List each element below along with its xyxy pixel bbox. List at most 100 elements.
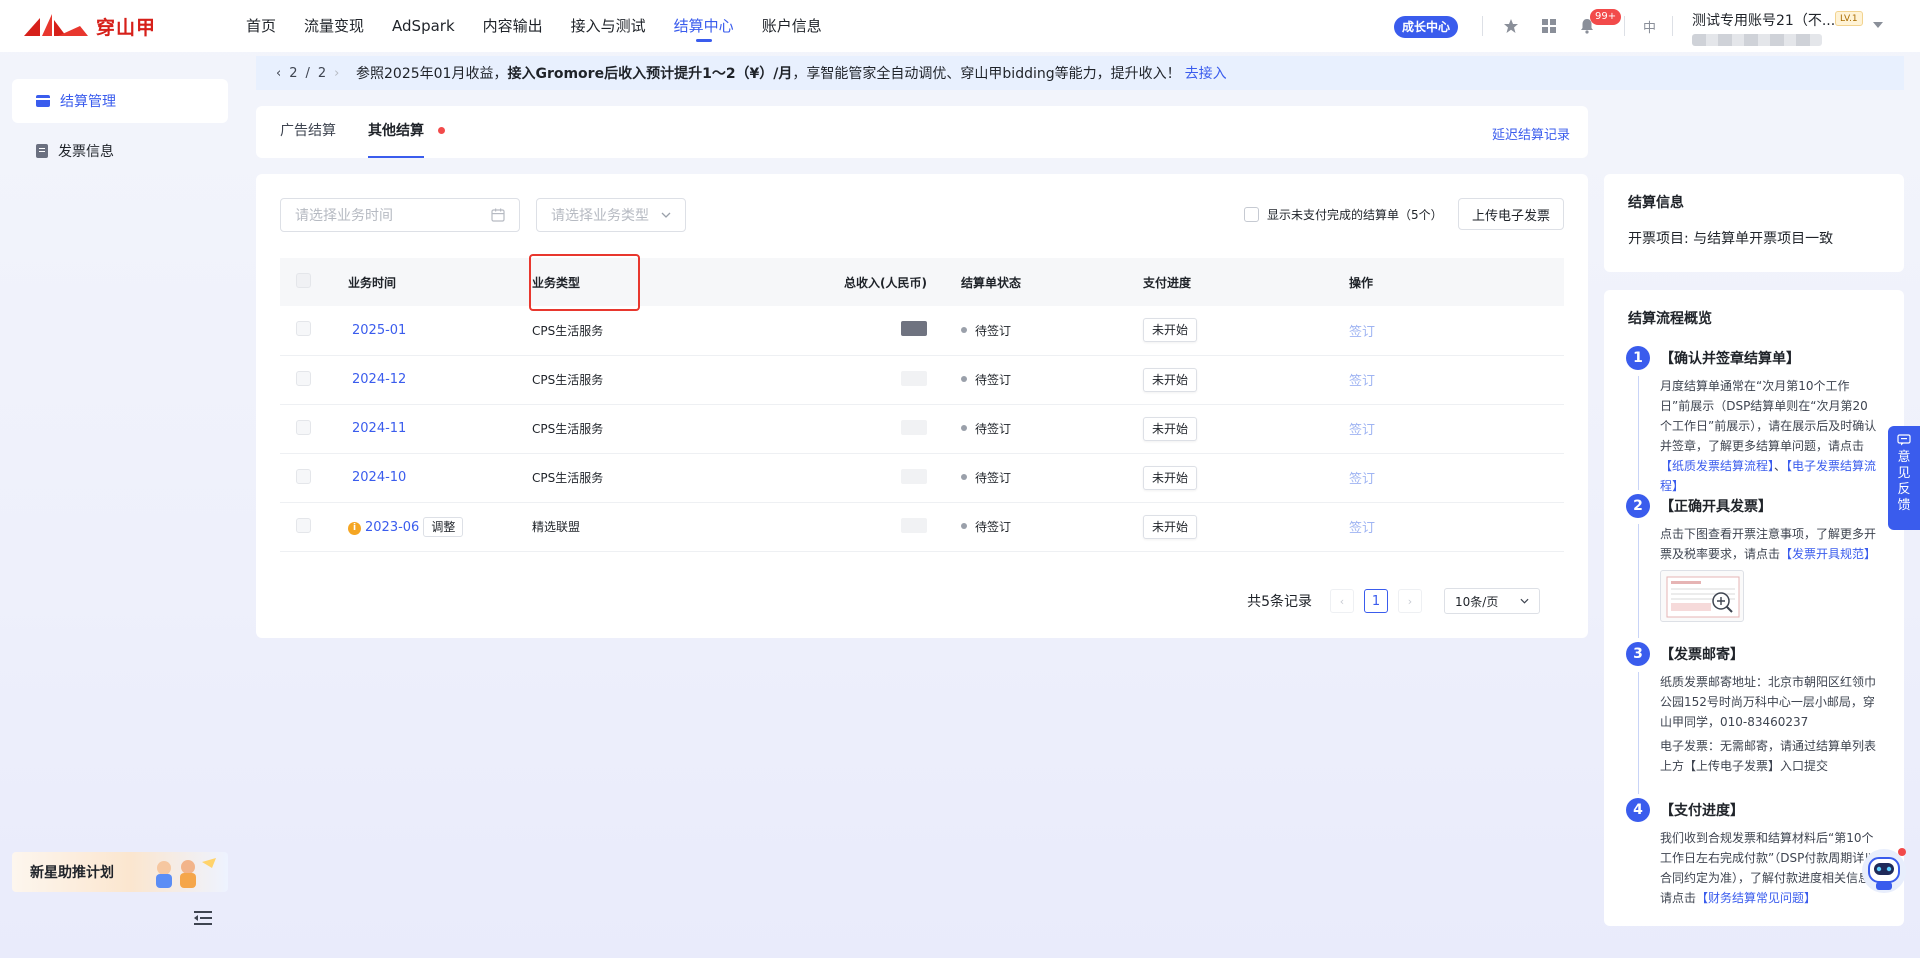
step-text-secondary: 电子发票：无需邮寄，请通过结算单列表上方【上传电子发票】入口提交 — [1660, 739, 1877, 773]
business-month-link[interactable]: 2024-12 — [352, 372, 406, 387]
business-type-cell: CPS生活服务 — [532, 306, 732, 356]
notice-page-current: 2 — [289, 65, 298, 81]
notice-banner: ‹ 2 / 2 › 参照2025年01月收益， 接入Gromore后收入预计提升1… — [256, 56, 1904, 90]
prev-page-button[interactable]: ‹ — [1330, 589, 1354, 613]
chevron-right-icon[interactable]: › — [334, 66, 339, 81]
chevron-down-icon[interactable] — [1873, 22, 1883, 28]
main-nav: 首页 流量变现 AdSpark 内容输出 接入与测试 结算中心 账户信息 — [232, 0, 836, 52]
finance-faq-link[interactable]: 【财务结算常见问题】 — [1696, 891, 1816, 905]
sign-link[interactable]: 签订 — [1349, 423, 1375, 438]
business-month-link[interactable]: 2024-10 — [352, 470, 406, 485]
nav-settlement-center[interactable]: 结算中心 — [660, 0, 748, 52]
step-title: 【发票邮寄】 — [1660, 647, 1744, 663]
level-badge: LV.1 — [1835, 11, 1863, 26]
language-switch[interactable]: 中 — [1643, 17, 1656, 36]
step-connector — [1638, 524, 1639, 638]
next-page-button[interactable]: › — [1398, 589, 1422, 613]
top-header: 穿山甲 首页 流量变现 AdSpark 内容输出 接入与测试 结算中心 账户信息… — [0, 0, 1920, 52]
business-type-select[interactable]: 请选择业务类型 — [536, 198, 686, 232]
row-checkbox[interactable] — [296, 419, 311, 435]
feedback-char: 反 — [1897, 482, 1911, 497]
chevron-left-icon[interactable]: ‹ — [276, 66, 281, 81]
nav-account-info[interactable]: 账户信息 — [748, 0, 836, 52]
page-number-button[interactable]: 1 — [1364, 589, 1388, 613]
show-unpaid-checkbox[interactable] — [1244, 207, 1259, 222]
step-connector — [1638, 376, 1639, 490]
row-checkbox[interactable] — [296, 468, 311, 484]
header-divider — [1482, 16, 1483, 36]
nav-content-output[interactable]: 内容输出 — [469, 0, 557, 52]
settlement-table: 业务时间 业务类型 总收入(人民币) 结算单状态 支付进度 操作 2025-01… — [280, 258, 1564, 552]
sign-link[interactable]: 签订 — [1349, 521, 1375, 536]
star-icon[interactable] — [1500, 15, 1522, 37]
step-body: 点击下图查看开票注意事项，了解更多开票及税率要求，请点击【发票开具规范】 — [1660, 524, 1878, 622]
notice-page-separator: / — [305, 65, 310, 81]
paper-invoice-flow-link[interactable]: 【纸质发票结算流程】 — [1660, 459, 1774, 473]
account-name[interactable]: 测试专用账号21（不... — [1692, 10, 1835, 30]
sidebar-item-invoice-info[interactable]: 发票信息 — [12, 129, 228, 173]
info-icon[interactable]: i — [348, 521, 361, 535]
page-size-select[interactable]: 10条/页 — [1444, 588, 1540, 614]
upload-e-invoice-button[interactable]: 上传电子发票 — [1458, 198, 1564, 230]
row-checkbox[interactable] — [296, 321, 311, 337]
step-number: 1 — [1626, 346, 1650, 370]
sidebar-item-settlement-management[interactable]: 结算管理 — [12, 79, 228, 123]
feedback-char: 意 — [1897, 450, 1911, 465]
nav-integration-testing[interactable]: 接入与测试 — [557, 0, 660, 52]
statement-status: 待签订 — [975, 471, 1012, 485]
growth-center-button[interactable]: 成长中心 — [1394, 16, 1459, 38]
income-redacted — [901, 419, 927, 435]
settlement-tabs: 广告结算 其他结算 延迟结算记录 — [256, 106, 1588, 158]
logo-mark-icon — [24, 14, 88, 36]
grid-apps-icon[interactable] — [1538, 15, 1560, 37]
account-id-redacted — [1692, 34, 1822, 46]
business-type-cell: CPS生活服务 — [532, 404, 732, 454]
promo-banner[interactable]: 新星助推计划 — [12, 852, 228, 892]
show-unpaid-toggle[interactable]: 显示未支付完成的结算单（5个） — [1244, 206, 1443, 223]
feedback-button[interactable]: 意 见 反 馈 — [1888, 426, 1920, 530]
nav-traffic-monetization[interactable]: 流量变现 — [290, 0, 378, 52]
table-row: 2025-01 CPS生活服务 待签订 未开始 签订 — [280, 306, 1564, 356]
business-time-picker[interactable]: 请选择业务时间 — [280, 198, 520, 232]
notice-text-bold: 接入Gromore后收入预计提升1～2（¥）/月 — [507, 66, 793, 82]
payment-progress-tag: 未开始 — [1143, 514, 1198, 539]
notice-pager: ‹ 2 / 2 › — [276, 66, 356, 81]
tab-other-settlement[interactable]: 其他结算 — [368, 106, 424, 158]
payment-progress-tag: 未开始 — [1143, 465, 1198, 490]
notice-text-tail: ，享智能管家全自动调优、穿山甲bidding等能力，提升收入！ — [792, 66, 1181, 82]
settlement-table-card: 请选择业务时间 请选择业务类型 显示未支付完成的结算单（5个） 上传电子发票 业… — [256, 174, 1588, 638]
business-type-placeholder: 请选择业务类型 — [551, 208, 649, 224]
invoice-sample-thumbnail[interactable] — [1660, 570, 1744, 622]
document-icon — [36, 144, 48, 158]
sign-link[interactable]: 签订 — [1349, 325, 1375, 340]
feedback-char: 馈 — [1897, 498, 1911, 513]
collapse-menu-icon[interactable] — [194, 910, 212, 926]
row-checkbox[interactable] — [296, 370, 311, 386]
page-size-value: 10条/页 — [1455, 594, 1499, 609]
calendar-icon — [491, 208, 505, 222]
invoice-guidelines-link[interactable]: 【发票开具规范】 — [1780, 547, 1876, 561]
assistant-robot-icon[interactable] — [1858, 844, 1910, 896]
nav-home[interactable]: 首页 — [232, 0, 290, 52]
notice-link[interactable]: 去接入 — [1185, 63, 1227, 83]
business-month-link[interactable]: 2024-11 — [352, 421, 406, 436]
step-title: 【正确开具发票】 — [1660, 499, 1772, 515]
business-month-link[interactable]: 2025-01 — [352, 323, 406, 338]
sign-link[interactable]: 签订 — [1349, 374, 1375, 389]
sign-link[interactable]: 签订 — [1349, 472, 1375, 487]
row-checkbox[interactable] — [296, 517, 311, 533]
status-dot — [961, 425, 967, 431]
select-all-checkbox[interactable] — [296, 273, 311, 288]
delayed-settlement-records-link[interactable]: 延迟结算记录 — [1492, 124, 1570, 143]
nav-adspark[interactable]: AdSpark — [378, 0, 469, 52]
chevron-down-icon — [1520, 598, 1529, 604]
business-month-link[interactable]: 2023-06 — [365, 520, 419, 535]
payment-progress-tag: 未开始 — [1143, 318, 1198, 343]
logo[interactable]: 穿山甲 — [22, 12, 156, 40]
tab-ad-settlement[interactable]: 广告结算 — [280, 106, 336, 158]
business-time-placeholder: 请选择业务时间 — [295, 208, 393, 224]
step-separator: 、 — [1774, 459, 1787, 473]
total-records: 共5条记录 — [1247, 594, 1312, 610]
col-header-business-time: 业务时间 — [348, 258, 532, 306]
sidebar-item-label: 结算管理 — [60, 94, 116, 110]
